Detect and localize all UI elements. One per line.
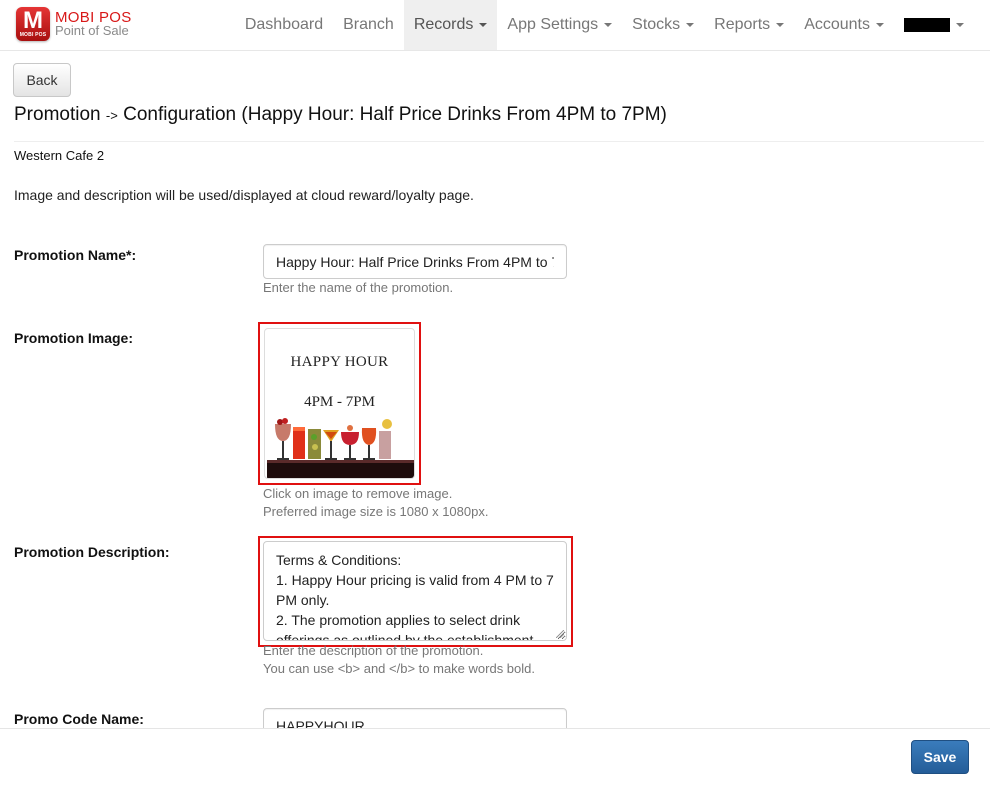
promo-code-name-label: Promo Code Name: xyxy=(14,711,144,727)
footer-bar xyxy=(0,728,990,787)
back-button[interactable]: Back xyxy=(13,63,71,97)
promotion-image-label: Promotion Image: xyxy=(14,330,134,346)
promotion-image-help-1: Click on image to remove image. xyxy=(263,486,453,501)
cocktail-glasses-icon xyxy=(267,418,414,478)
nav-dashboard[interactable]: Dashboard xyxy=(235,0,333,50)
branch-name: Western Cafe 2 xyxy=(14,148,105,163)
promotion-description-help-1: Enter the description of the promotion. xyxy=(263,643,484,658)
caret-down-icon xyxy=(956,23,964,27)
main-nav: Dashboard Branch Records App Settings St… xyxy=(235,0,974,50)
caret-down-icon xyxy=(604,23,613,27)
promotion-name-help: Enter the name of the promotion. xyxy=(263,280,454,295)
brand-subtitle: Point of Sale xyxy=(55,23,129,38)
promotion-description-help-2: You can use <b> and </b> to make words b… xyxy=(263,661,535,676)
brand-logo-link[interactable]: M MOBI POS MOBI POS Point of Sale xyxy=(16,7,132,41)
nav-records[interactable]: Records xyxy=(403,0,498,50)
info-text: Image and description will be used/displ… xyxy=(14,187,474,203)
caret-down-icon xyxy=(479,23,488,27)
top-navbar: M MOBI POS MOBI POS Point of Sale Dashbo… xyxy=(0,0,990,51)
nav-reports[interactable]: Reports xyxy=(704,0,794,50)
nav-stocks[interactable]: Stocks xyxy=(622,0,704,50)
promotion-description-label: Promotion Description: xyxy=(14,544,170,560)
nav-branch[interactable]: Branch xyxy=(333,0,404,50)
promotion-name-input[interactable] xyxy=(263,244,567,279)
nav-app-settings[interactable]: App Settings xyxy=(497,0,622,50)
caret-down-icon xyxy=(686,23,695,27)
caret-down-icon xyxy=(876,23,884,27)
nav-accounts[interactable]: Accounts xyxy=(794,0,894,50)
promotion-description-textarea[interactable]: Terms & Conditions: 1. Happy Hour pricin… xyxy=(263,541,567,641)
promotion-image[interactable]: HAPPY HOUR 4PM - 7PM xyxy=(264,328,415,479)
promotion-name-label: Promotion Name*: xyxy=(14,247,137,263)
promotion-image-help-2: Preferred image size is 1080 x 1080px. xyxy=(263,504,489,519)
mobi-pos-logo-icon: M MOBI POS xyxy=(16,7,50,41)
redacted-username xyxy=(904,18,950,32)
nav-user-menu[interactable] xyxy=(894,0,974,50)
caret-down-icon xyxy=(776,23,785,27)
page-title: Promotion -> Configuration (Happy Hour: … xyxy=(14,104,667,125)
save-button[interactable]: Save xyxy=(911,740,969,774)
divider xyxy=(14,141,984,142)
resize-handle-icon[interactable] xyxy=(556,630,564,638)
